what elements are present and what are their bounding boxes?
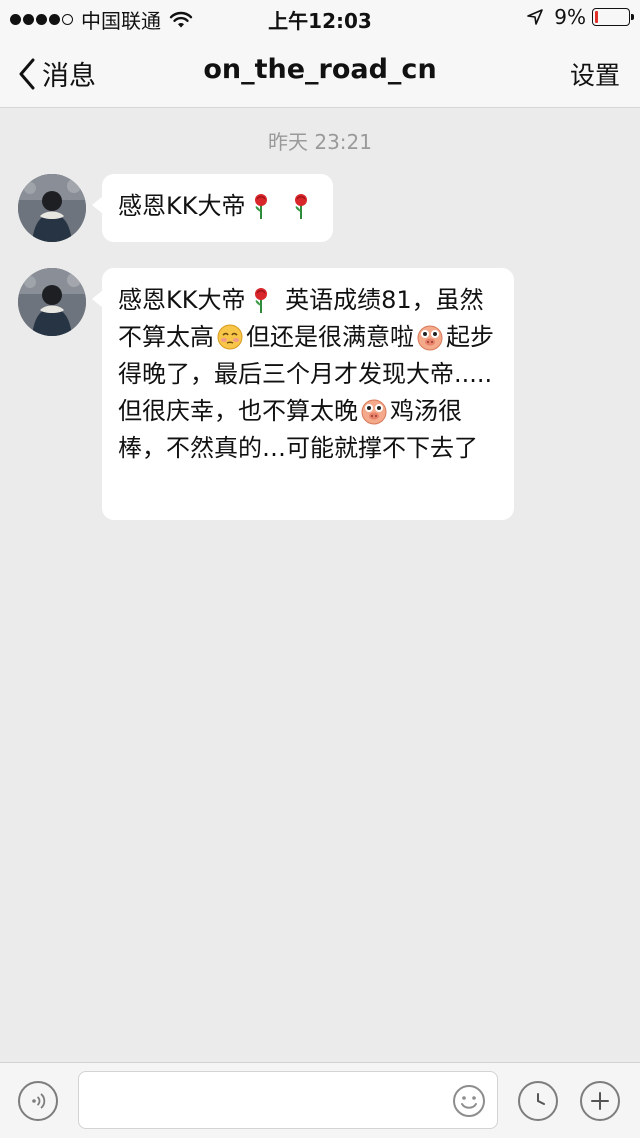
plus-icon <box>591 1092 609 1110</box>
message-input[interactable] <box>78 1071 498 1129</box>
message-text: 感恩KK大帝 <box>118 192 246 220</box>
battery-level <box>595 11 598 23</box>
emoji-icon <box>453 1085 485 1117</box>
emoji-button[interactable] <box>452 1084 486 1118</box>
pig-face-icon <box>416 323 444 351</box>
voice-button[interactable] <box>18 1081 58 1121</box>
message-bubble[interactable]: 感恩KK大帝 <box>91 174 334 242</box>
status-right: 9% <box>526 5 634 29</box>
settings-button[interactable]: 设置 <box>570 56 620 92</box>
clock-icon <box>537 1093 545 1105</box>
input-bar <box>0 1062 640 1138</box>
battery-icon <box>592 8 634 26</box>
battery-percent: 9% <box>554 5 586 29</box>
message-bubble[interactable]: 感恩KK大帝 英语成绩81，虽然不算太高 但还是很满意啦 起步得晚了，最后三个月才发… <box>92 268 514 520</box>
nav-bar: 消息 on_the_road_cn 设置 <box>0 36 640 108</box>
status-bar: 中国联通 上午12:03 9% <box>0 0 640 36</box>
location-arrow-icon <box>527 9 544 25</box>
message-timestamp: 昨天 23:21 <box>268 130 372 154</box>
rose-icon <box>247 192 275 220</box>
avatar[interactable] <box>18 268 86 336</box>
message-spacer <box>277 192 285 220</box>
message-row: 感恩KK大帝 <box>18 174 618 244</box>
message-text: 感恩KK大帝 <box>118 286 246 314</box>
message-list[interactable]: 昨天 23:21 感恩KK大帝 感恩KK大帝 英语成绩81，虽然不算太高 但还是… <box>0 108 640 1062</box>
shy-face-icon <box>216 323 244 351</box>
pig-face-icon <box>360 397 388 425</box>
voice-icon <box>32 1093 46 1109</box>
rose-icon <box>287 192 315 220</box>
message-row: 感恩KK大帝 英语成绩81，虽然不算太高 但还是很满意啦 起步得晚了，最后三个月才发… <box>18 268 618 522</box>
conversation-title: on_the_road_cn <box>203 54 437 85</box>
rose-icon <box>247 286 275 314</box>
more-button[interactable] <box>580 1081 620 1121</box>
avatar[interactable] <box>18 174 86 242</box>
avatar-image <box>18 174 86 242</box>
chat-screen: 中国联通 上午12:03 9% 消息 on_the_road_cn 设置 昨天 … <box>0 0 640 1138</box>
schedule-button[interactable] <box>518 1081 558 1121</box>
avatar-image <box>18 268 86 336</box>
message-text: 但还是很满意啦 <box>246 323 414 351</box>
